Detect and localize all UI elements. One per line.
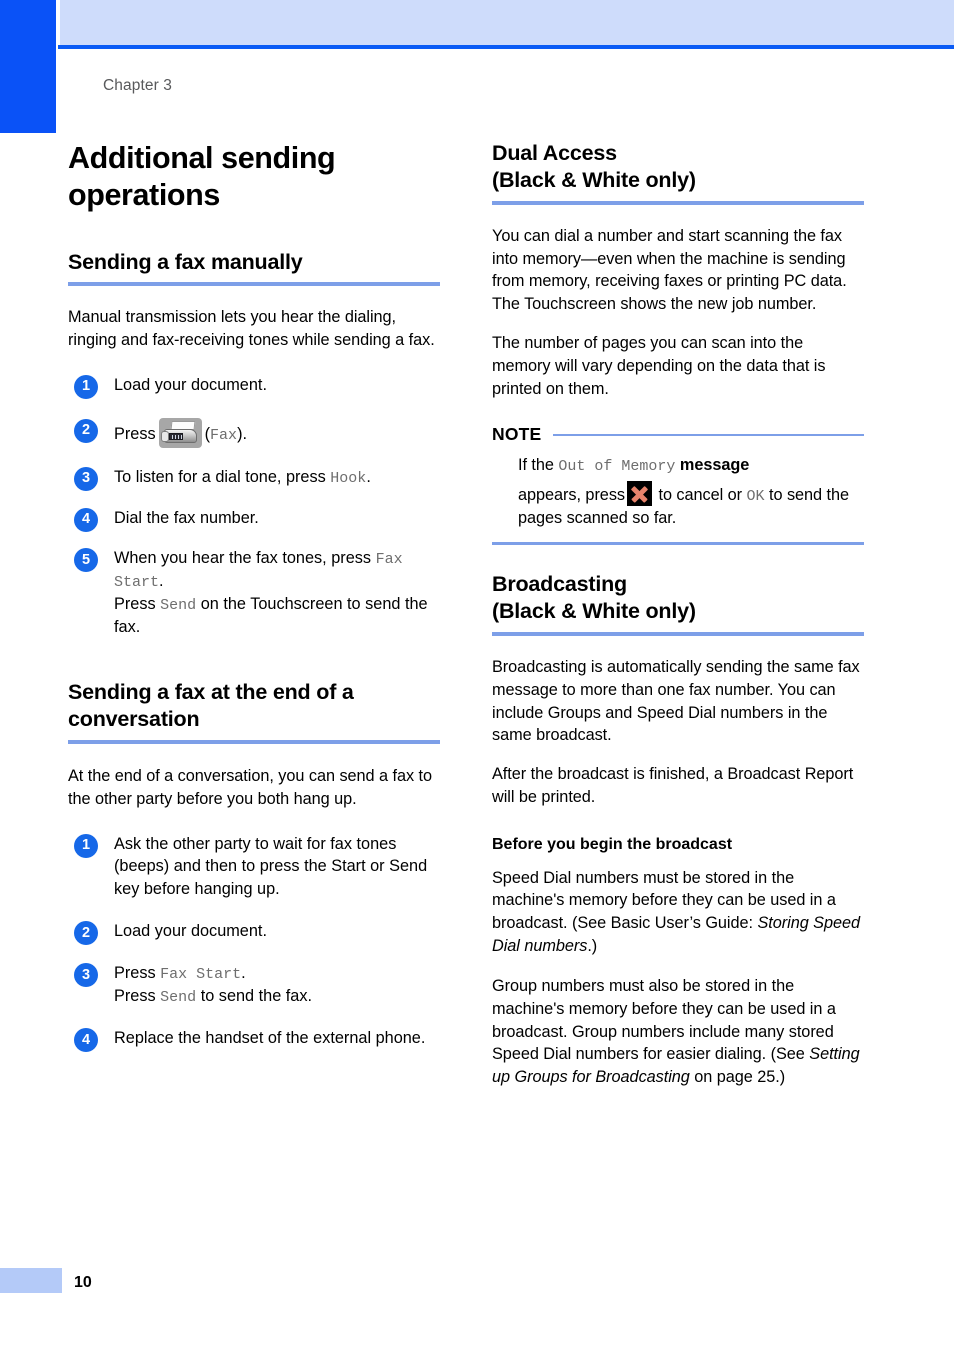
ok-key-label: OK — [746, 488, 765, 506]
press-label: Press — [114, 424, 156, 443]
close-paren: ). — [237, 424, 248, 443]
step-text: Load your document. — [114, 375, 267, 394]
cancel-x-icon — [627, 481, 652, 507]
step-text-post: . — [159, 572, 164, 591]
heading-line-2: (Black & White only) — [492, 167, 696, 192]
step-number: 3 — [74, 962, 98, 987]
subsection-heading-before-you-begin: Before you begin the broadcast — [492, 835, 733, 853]
send-key-label: Send — [160, 988, 197, 1006]
dual-access-para-2: The number of pages you can scan into th… — [492, 334, 826, 398]
footer-bar — [0, 1268, 62, 1293]
section-heading-dual-access: Dual Access (Black & White only) — [492, 140, 864, 194]
step-text: When you hear the fax tones, press Fax S… — [114, 549, 428, 636]
fax-machine-icon — [158, 417, 202, 448]
list-item: 1 Load your document. — [68, 374, 440, 399]
page-number: 10 — [74, 1274, 92, 1291]
step-text: Press (Fax). — [114, 417, 248, 448]
note-title: NOTE — [492, 424, 542, 445]
step-number: 4 — [74, 1027, 98, 1052]
note-block: NOTE If the Out of Memory message appears… — [492, 424, 864, 546]
section1-intro: Manual transmission lets you hear the di… — [68, 308, 435, 349]
right-column: Dual Access (Black & White only) You can … — [492, 140, 864, 1089]
broadcasting-para-3: Speed Dial numbers must be stored in the… — [492, 867, 864, 958]
step-number: 3 — [74, 466, 98, 491]
section-heading-broadcasting: Broadcasting (Black & White only) — [492, 571, 864, 625]
list-item: 5 When you hear the fax tones, press Fax… — [68, 547, 440, 639]
step-text: To listen for a dial tone, press Hook. — [114, 467, 371, 487]
left-column: Additional sending operations Sending a … — [68, 140, 440, 1052]
para4-post: on page 25.) — [689, 1068, 786, 1087]
broadcasting-para-1: Broadcasting is automatically sending th… — [492, 658, 860, 745]
note-text: If the Out of Memory message appears, pre… — [518, 454, 864, 530]
heading-rule — [492, 632, 864, 636]
step-text-pre-2: Press — [114, 595, 161, 614]
para4-pre: Group numbers must also be stored in the… — [492, 976, 836, 1064]
heading-rule — [68, 739, 440, 744]
fax-screen-shape — [168, 432, 183, 440]
note-text-mid: to cancel or — [654, 486, 747, 505]
step-text: Load your document. — [114, 921, 267, 940]
list-item: 2 Press (Fax). — [68, 417, 440, 448]
step-text: Press Fax Start. Press Send to send the f… — [114, 963, 313, 1006]
heading-line-1: Dual Access — [492, 141, 617, 165]
note-body: If the Out of Memory message appears, pre… — [492, 445, 864, 530]
note-bottom-rule — [492, 542, 864, 546]
heading-line-1: Broadcasting — [492, 572, 627, 597]
heading-line-2: (Black & White only) — [492, 599, 696, 624]
step-number: 4 — [74, 507, 98, 532]
hook-key-label: Hook — [330, 469, 367, 487]
step-number: 5 — [74, 548, 98, 573]
para3-post: .) — [587, 937, 598, 956]
section-heading-sending-fax-end-conversation: Sending a fax at the end of a conversati… — [68, 680, 354, 731]
send-key-label: Send — [160, 597, 197, 615]
fax-handset-shape — [160, 430, 169, 442]
step-text-pre: To listen for a dial tone, press — [114, 467, 331, 486]
step-text-pre: Press — [114, 963, 161, 982]
page-title: Additional sending operations — [68, 141, 336, 212]
step-text-post: . — [241, 963, 246, 982]
step-text: Replace the handset of the external phon… — [114, 1028, 426, 1047]
step-number: 2 — [74, 418, 98, 443]
document-page: Chapter 3 Additional sending operations … — [0, 0, 954, 1350]
header-band — [60, 0, 954, 45]
fax-start-key-label: Fax Start — [160, 965, 242, 983]
fax-mono-label: Fax — [210, 426, 238, 444]
note-text-pre: If the — [518, 456, 559, 475]
heading-rule — [492, 200, 864, 205]
step-text-pre: When you hear the fax tones, press — [114, 549, 376, 568]
list-item: 4 Dial the fax number. — [68, 507, 440, 532]
step-text: Dial the fax number. — [114, 508, 259, 527]
step-text: Ask the other party to wait for fax tone… — [114, 834, 428, 899]
section-heading-sending-fax-manually: Sending a fax manually — [68, 250, 303, 275]
header-rule — [58, 45, 954, 49]
out-of-memory-message-label: Out of Memory — [558, 458, 676, 476]
step-number: 1 — [74, 833, 98, 858]
chapter-edge-tab — [0, 0, 56, 133]
step-text-post-2: to send the fax. — [196, 986, 313, 1005]
step-text-pre-2: Press — [114, 986, 161, 1005]
list-item: 1 Ask the other party to wait for fax to… — [68, 833, 440, 901]
note-header-rule — [553, 433, 864, 437]
broadcasting-para-2: After the broadcast is finished, a Broad… — [492, 765, 854, 807]
broadcasting-para-4: Group numbers must also be stored in the… — [492, 975, 864, 1089]
list-item: 2 Load your document. — [68, 920, 440, 945]
section2-intro: At the end of a conversation, you can se… — [68, 766, 433, 808]
step-text-post: . — [366, 467, 371, 486]
step-number: 2 — [74, 920, 98, 945]
note-header: NOTE — [492, 424, 864, 445]
list-item: 4 Replace the handset of the external ph… — [68, 1027, 440, 1052]
list-item: 3 To listen for a dial tone, press Hook. — [68, 466, 440, 491]
chapter-label: Chapter 3 — [103, 77, 172, 94]
step-number: 1 — [74, 374, 98, 399]
list-item: 3 Press Fax Start. Press Send to send the… — [68, 962, 440, 1008]
heading-rule — [68, 282, 440, 287]
note-text-post: message — [675, 456, 750, 475]
note-text-pre-2: appears, press — [518, 486, 625, 505]
dual-access-para-1: You can dial a number and start scanning… — [492, 226, 847, 314]
